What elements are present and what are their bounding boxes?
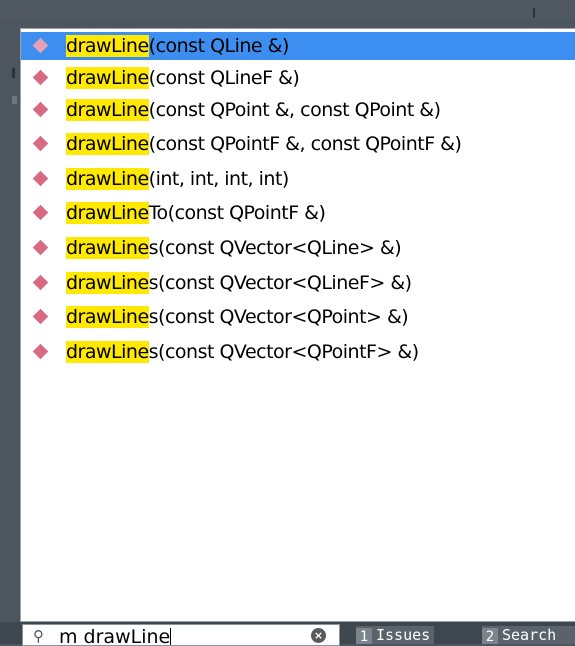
method-icon [32, 101, 49, 118]
completion-match: drawLine [66, 133, 149, 155]
pane-number: 1 [356, 628, 372, 644]
completion-signature: s(const QVector<QPointF> &) [148, 341, 419, 363]
completion-item[interactable]: drawLine(int, int, int, int) [21, 165, 575, 193]
editor-gutter-mark-2 [12, 96, 17, 104]
completion-item[interactable]: drawLines(const QVector<QPointF> &) [21, 338, 575, 366]
completion-item[interactable]: drawLine(const QPoint &, const QPoint &) [21, 96, 575, 124]
completion-signature: s(const QVector<QLine> &) [148, 237, 402, 259]
search-icon: ⚲ [33, 627, 44, 645]
completion-item[interactable]: drawLines(const QVector<QLineF> &) [21, 269, 575, 297]
completion-item[interactable]: drawLine(const QLineF &) [21, 64, 575, 92]
completion-signature: (int, int, int, int) [148, 168, 290, 190]
completion-match: drawLine [66, 202, 149, 224]
completion-item[interactable]: drawLines(const QVector<QPoint> &) [21, 303, 575, 331]
editor-top-strip [0, 0, 575, 20]
method-icon [32, 170, 49, 187]
completion-item[interactable]: drawLine(const QLine &) [21, 32, 575, 60]
completion-item[interactable]: drawLines(const QVector<QLine> &) [21, 234, 575, 262]
completion-popup: drawLine(const QLine &) drawLine(const Q… [20, 28, 575, 622]
clear-icon[interactable]: × [311, 628, 326, 643]
method-icon [32, 135, 49, 152]
completion-signature: To(const QPointF &) [148, 202, 326, 224]
completion-item[interactable]: drawLine(const QPointF &, const QPointF … [21, 130, 575, 158]
method-icon [32, 308, 49, 325]
editor-splitter-mark [533, 8, 535, 18]
completion-match: drawLine [66, 168, 149, 190]
method-icon [32, 274, 49, 291]
completion-signature: s(const QVector<QPoint> &) [148, 306, 409, 328]
completion-match: drawLine [66, 237, 149, 259]
method-icon [32, 37, 49, 54]
method-icon [32, 204, 49, 221]
text-caret [170, 628, 172, 645]
completion-signature: (const QPoint &, const QPoint &) [148, 99, 441, 121]
method-icon [32, 343, 49, 360]
completion-signature: (const QPointF &, const QPointF &) [148, 133, 462, 155]
completion-match: drawLine [66, 67, 149, 89]
editor-gutter-mark [12, 68, 15, 78]
method-icon [32, 69, 49, 86]
completion-signature: (const QLineF &) [148, 67, 300, 89]
method-icon [32, 239, 49, 256]
completion-match: drawLine [66, 341, 149, 363]
completion-signature: s(const QVector<QLineF> &) [148, 272, 412, 294]
output-pane-issues-button[interactable]: 1 Issues [356, 626, 435, 644]
completion-signature: (const QLine &) [148, 35, 290, 57]
completion-match: drawLine [66, 272, 149, 294]
pane-number: 2 [482, 628, 498, 644]
pane-label: Search [502, 626, 557, 644]
pane-label: Issues [376, 626, 431, 644]
output-pane-search-button[interactable]: 2 Search [482, 626, 575, 644]
completion-match: drawLine [66, 306, 149, 328]
completion-match: drawLine [66, 99, 149, 121]
locator-value: m drawLine [59, 626, 171, 646]
completion-match: drawLine [66, 35, 149, 57]
locator-input[interactable]: ⚲ m drawLine × [22, 624, 340, 646]
completion-item[interactable]: drawLineTo(const QPointF &) [21, 199, 575, 227]
